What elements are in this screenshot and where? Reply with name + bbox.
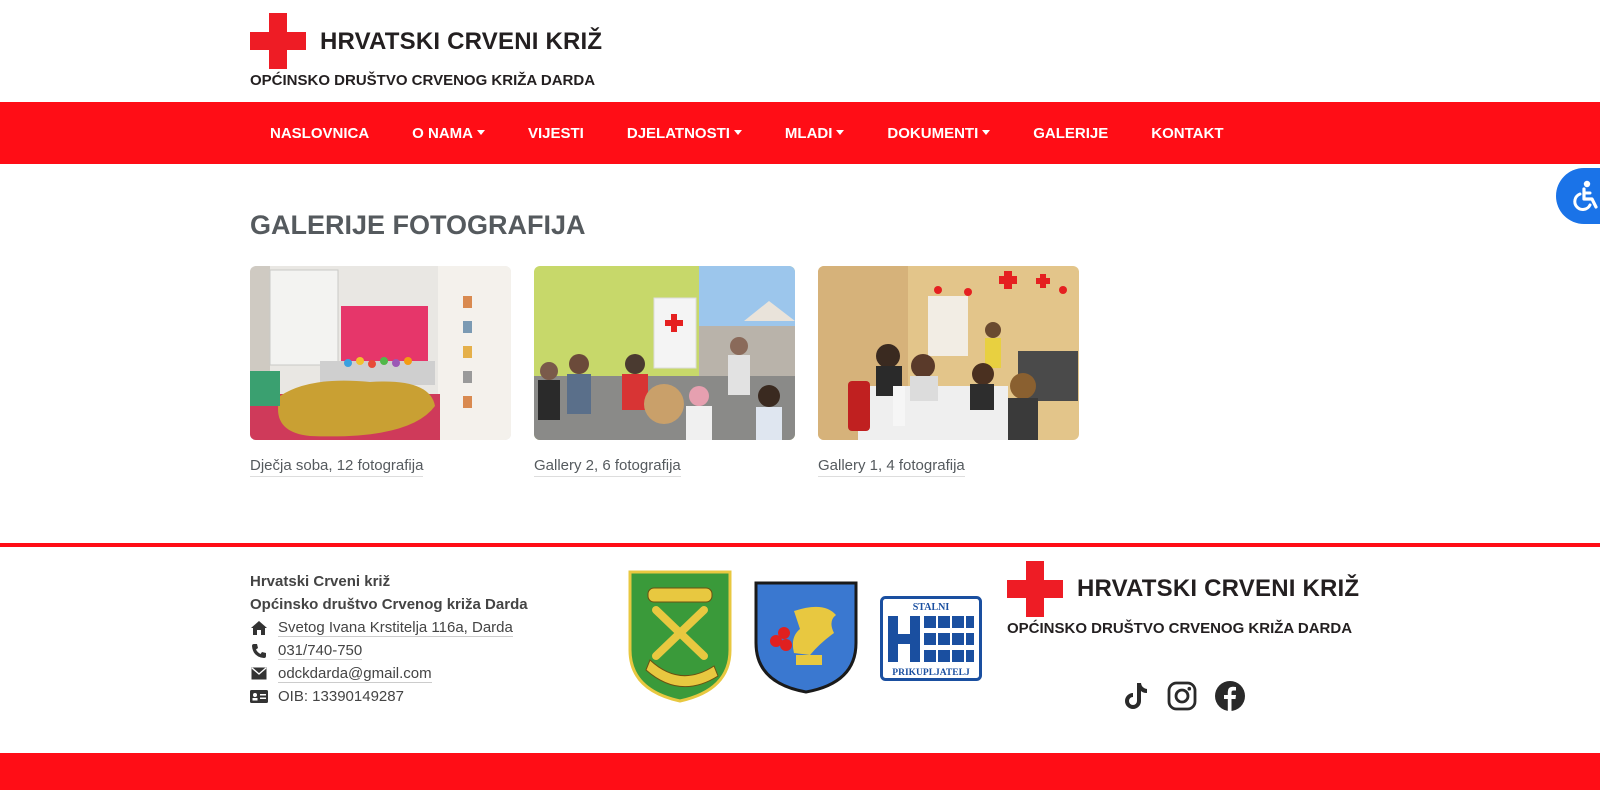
nav-item-dokumenti[interactable]: DOKUMENTI bbox=[867, 125, 1013, 142]
envelope-icon bbox=[250, 666, 268, 682]
caret-down-icon bbox=[733, 129, 742, 135]
badge-bottom-text: PRIKUPLJATELJ bbox=[892, 668, 970, 678]
footer-divider bbox=[0, 543, 1600, 547]
footer-logo-subtitle: OPĆINSKO DRUŠTVO CRVENOG KRIŽA DARDA bbox=[1007, 620, 1353, 637]
nav-item-kontakt[interactable]: KONTAKT bbox=[1131, 125, 1246, 142]
home-icon bbox=[250, 620, 268, 636]
nav-label: O NAMA bbox=[412, 124, 473, 142]
footer-phone-row: 031/740-750 bbox=[250, 639, 528, 662]
gallery-photo-outdoor-event bbox=[534, 266, 795, 440]
wheelchair-icon bbox=[1573, 180, 1598, 211]
gallery-card[interactable]: Gallery 1, 4 fotografija bbox=[818, 266, 1079, 477]
caret-down-icon bbox=[477, 129, 485, 135]
id-card-icon bbox=[250, 689, 268, 705]
footer-email-row: odckdarda@gmail.com bbox=[250, 662, 528, 685]
nav-item-vijesti[interactable]: VIJESTI bbox=[508, 125, 607, 142]
logo-subtitle: OPĆINSKO DRUŠTVO CRVENOG KRIŽA DARDA bbox=[250, 72, 596, 89]
collector-badge: STALNI PRIKUPLJATELJ bbox=[880, 596, 982, 686]
footer-oib: OIB: 13390149287 bbox=[278, 688, 404, 705]
page-title: GALERIJE FOTOGRAFIJA bbox=[250, 210, 586, 240]
nav-label: MLADI bbox=[784, 124, 833, 142]
nav-item-o-nama[interactable]: O NAMA bbox=[392, 125, 508, 142]
instagram-icon[interactable] bbox=[1166, 680, 1198, 712]
footer-logo[interactable]: HRVATSKI CRVENI KRIŽ OPĆINSKO DRUŠTVO CR… bbox=[1007, 561, 1367, 641]
footer-logo-title: HRVATSKI CRVENI KRIŽ bbox=[1077, 575, 1360, 602]
collector-badge-icon: STALNI PRIKUPLJATELJ bbox=[880, 596, 982, 681]
gallery-card[interactable]: Dječja soba, 12 fotografija bbox=[250, 266, 511, 477]
nav-label: DJELATNOSTI bbox=[626, 124, 730, 142]
nav-item-naslovnica[interactable]: NASLOVNICA bbox=[250, 125, 392, 142]
badge-top-text: STALNI bbox=[913, 602, 950, 613]
nav-label: NASLOVNICA bbox=[270, 124, 370, 142]
footer-oib-row: OIB: 13390149287 bbox=[250, 685, 528, 708]
nav-item-galerije[interactable]: GALERIJE bbox=[1013, 125, 1131, 142]
footer-phone-link[interactable]: 031/740-750 bbox=[278, 642, 363, 660]
gallery-thumbnail[interactable] bbox=[250, 266, 511, 440]
phone-icon bbox=[250, 643, 268, 659]
facebook-icon[interactable] bbox=[1214, 680, 1246, 712]
gallery-thumbnail[interactable] bbox=[534, 266, 795, 440]
main-nav: NASLOVNICA O NAMA VIJESTI DJELATNOSTI ML… bbox=[0, 102, 1600, 164]
footer-email-link[interactable]: odckdarda@gmail.com bbox=[278, 665, 432, 683]
caret-down-icon bbox=[836, 129, 845, 135]
county-crest-icon bbox=[754, 581, 858, 699]
gallery-photo-meeting-room bbox=[818, 266, 1079, 440]
site-logo[interactable]: HRVATSKI CRVENI KRIŽ OPĆINSKO DRUŠTVO CR… bbox=[250, 13, 610, 93]
gallery-caption[interactable]: Gallery 2, 6 fotografija bbox=[534, 457, 681, 477]
footer-contact: Hrvatski Crveni križ Općinsko društvo Cr… bbox=[250, 570, 528, 708]
red-cross-icon bbox=[1007, 561, 1063, 617]
footer-bottom-bar bbox=[0, 753, 1600, 790]
footer-address-link[interactable]: Svetog Ivana Krstitelja 116a, Darda bbox=[278, 619, 513, 637]
nav-label: KONTAKT bbox=[1151, 124, 1224, 142]
gallery-photo-playroom bbox=[250, 266, 511, 440]
tiktok-icon[interactable] bbox=[1120, 680, 1152, 712]
gallery-thumbnail[interactable] bbox=[818, 266, 1079, 440]
caret-down-icon bbox=[982, 129, 991, 135]
accessibility-button[interactable] bbox=[1556, 168, 1600, 224]
footer-org-branch: Općinsko društvo Crvenog križa Darda bbox=[250, 596, 528, 613]
gallery-card[interactable]: Gallery 2, 6 fotografija bbox=[534, 266, 795, 477]
site-header: HRVATSKI CRVENI KRIŽ OPĆINSKO DRUŠTVO CR… bbox=[0, 0, 1600, 102]
nav-list: NASLOVNICA O NAMA VIJESTI DJELATNOSTI ML… bbox=[250, 102, 1246, 164]
nav-item-mladi[interactable]: MLADI bbox=[765, 125, 868, 142]
nav-label: DOKUMENTI bbox=[887, 124, 979, 142]
nav-item-djelatnosti[interactable]: DJELATNOSTI bbox=[607, 125, 765, 142]
municipality-crest-icon bbox=[628, 570, 732, 708]
footer-address-row: Svetog Ivana Krstitelja 116a, Darda bbox=[250, 616, 528, 639]
gallery-caption[interactable]: Dječja soba, 12 fotografija bbox=[250, 457, 424, 477]
nav-label: VIJESTI bbox=[528, 124, 584, 142]
footer-org-name: Hrvatski Crveni križ bbox=[250, 573, 391, 590]
gallery-caption[interactable]: Gallery 1, 4 fotografija bbox=[818, 457, 965, 477]
nav-label: GALERIJE bbox=[1033, 124, 1109, 142]
red-cross-icon bbox=[250, 13, 306, 69]
logo-title: HRVATSKI CRVENI KRIŽ bbox=[320, 28, 603, 55]
